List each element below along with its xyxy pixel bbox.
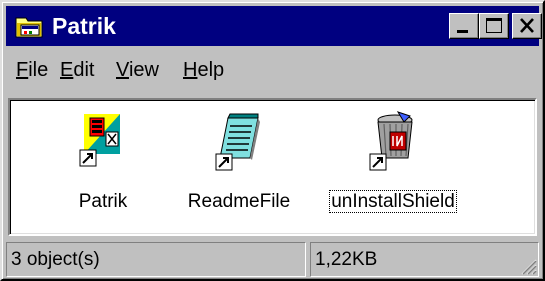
menu-bar: File Edit View Help	[6, 50, 539, 86]
menu-help-rest: elp	[197, 59, 225, 81]
menu-file[interactable]: File	[16, 59, 48, 81]
close-icon	[520, 18, 534, 33]
folder-icon	[15, 17, 43, 38]
menu-file-mnemonic: F	[16, 59, 29, 81]
folder-content: Patrik ReadmeFile unInstallShield	[8, 98, 537, 236]
menu-edit-rest: dit	[73, 59, 95, 81]
explorer-window: Patrik File Edit View Help Patrik Readme…	[0, 0, 545, 281]
maximize-icon	[486, 18, 502, 33]
menu-help-mnemonic: H	[183, 59, 198, 81]
file-item-patrik[interactable]: Patrik	[38, 110, 168, 220]
uninstall-trash-shortcut-icon	[369, 111, 413, 171]
file-label-text: Patrik	[78, 191, 128, 212]
menu-edit[interactable]: Edit	[60, 59, 94, 81]
status-size: 1,22KB	[310, 242, 539, 277]
file-label-selected: unInstallShield	[328, 190, 458, 214]
menu-view-rest: iew	[128, 59, 159, 81]
file-item-uninstallshield[interactable]: unInstallShield	[328, 110, 458, 220]
resize-grip-icon[interactable]	[517, 255, 537, 275]
menu-view-mnemonic: V	[116, 59, 129, 81]
close-button[interactable]	[512, 13, 542, 39]
minimize-icon	[457, 30, 468, 33]
program-shortcut-icon	[79, 114, 120, 167]
status-object-count-text: 3 object(s)	[11, 249, 100, 270]
menu-file-rest: ile	[28, 59, 49, 81]
status-size-text: 1,22KB	[315, 249, 378, 270]
maximize-button[interactable]	[479, 13, 509, 39]
file-label: Patrik	[38, 190, 168, 214]
notepad-document-shortcut-icon	[215, 113, 260, 171]
status-object-count: 3 object(s)	[6, 242, 306, 277]
title-bar[interactable]: Patrik	[6, 6, 542, 46]
file-label: ReadmeFile	[174, 190, 304, 214]
window-title: Patrik	[52, 13, 116, 39]
file-label-text: ReadmeFile	[187, 191, 291, 212]
file-item-readmefile[interactable]: ReadmeFile	[174, 110, 304, 220]
menu-view[interactable]: View	[116, 59, 159, 81]
menu-edit-mnemonic: E	[60, 59, 74, 81]
menu-help[interactable]: Help	[183, 59, 224, 81]
file-label-text: unInstallShield	[329, 190, 457, 213]
status-bar: 3 object(s) 1,22KB	[6, 242, 539, 277]
minimize-button[interactable]	[449, 13, 479, 39]
